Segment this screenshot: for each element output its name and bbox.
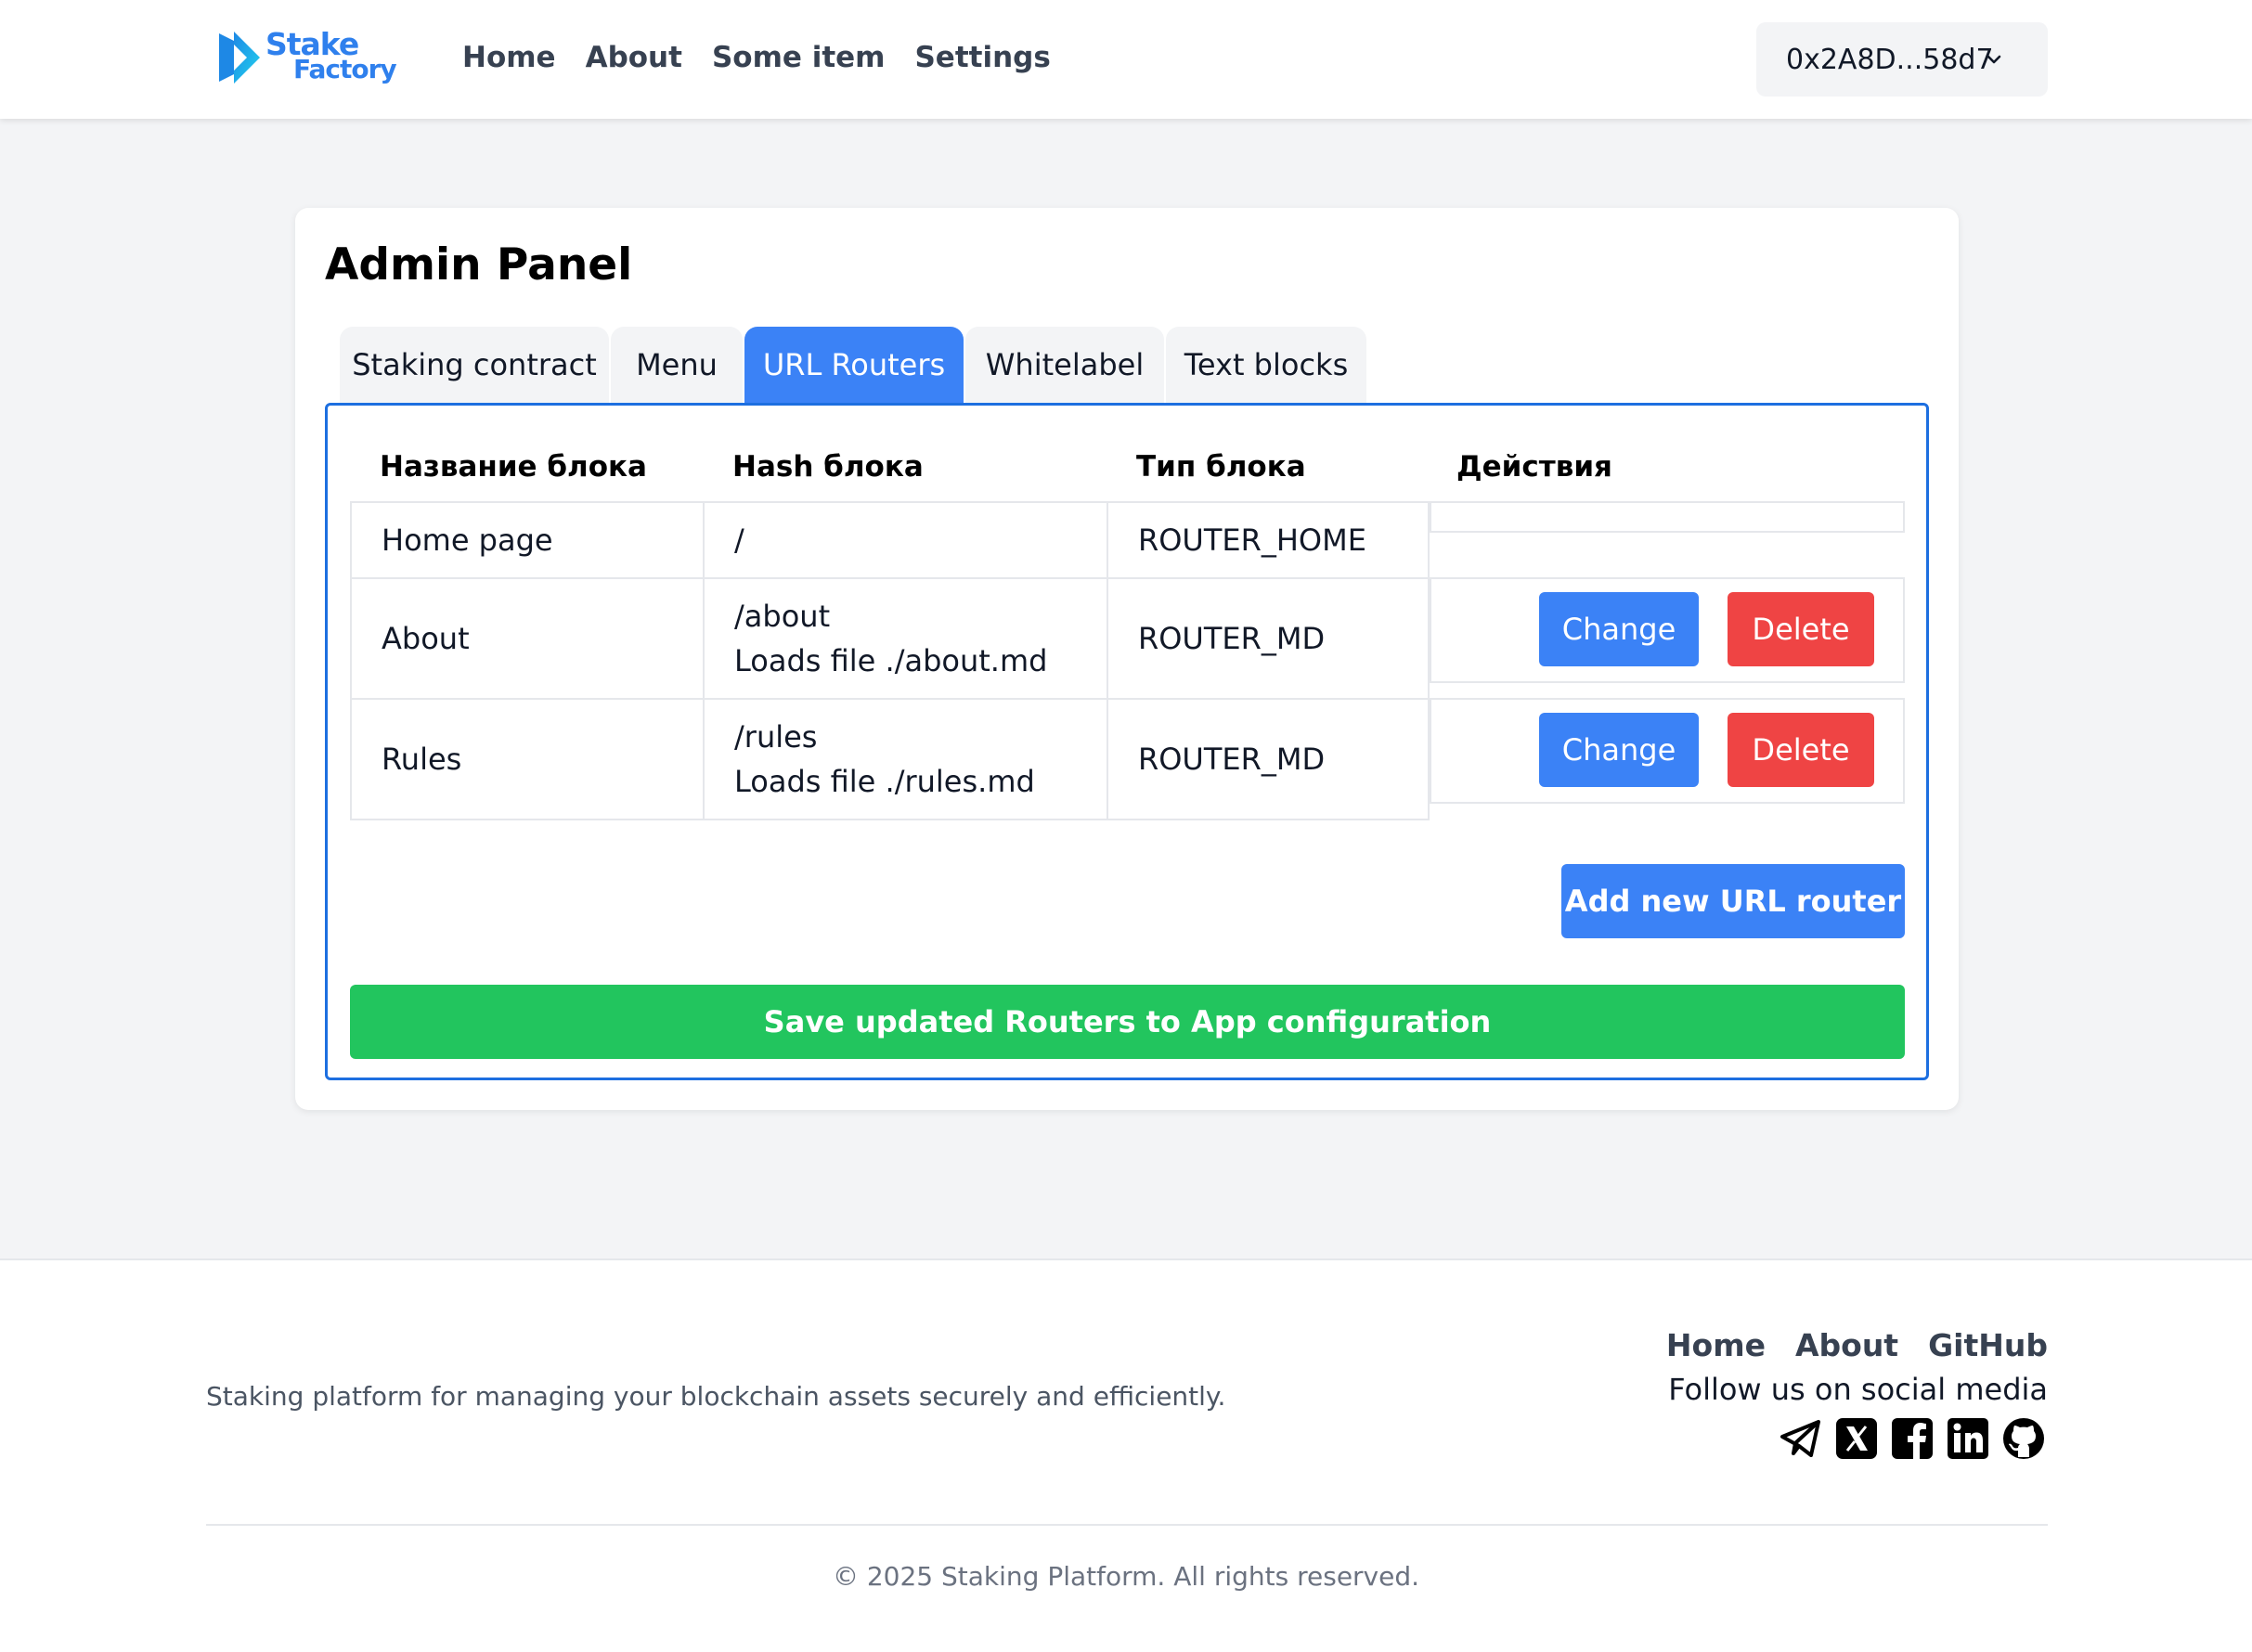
footer-link-about[interactable]: About [1795,1327,1898,1363]
tab-staking-contract[interactable]: Staking contract [340,327,609,403]
change-button[interactable]: Change [1539,713,1699,787]
column-header-type: Тип блока [1136,450,1306,484]
telegram-icon[interactable] [1779,1416,1823,1461]
router-name: Home page [382,523,553,558]
tab-text-blocks[interactable]: Text blocks [1166,327,1366,403]
delete-button[interactable]: Delete [1728,713,1874,787]
router-hash: /about [734,599,831,634]
copyright: © 2025 Staking Platform. All rights rese… [832,1561,1420,1592]
footer-link-github[interactable]: GitHub [1928,1327,2048,1363]
table-cell-name: About [350,577,705,700]
url-routers-panel: Название блока Hash блока Тип блока Дейс… [325,403,1929,1080]
social-icons [1779,1416,2046,1461]
top-navbar: Stake Factory Home About Some item Setti… [0,0,2252,119]
github-icon[interactable] [2001,1416,2046,1461]
nav-some-item[interactable]: Some item [712,41,886,74]
table-cell-type: ROUTER_MD [1107,577,1430,700]
logo-mark-icon [219,32,260,84]
router-name: About [382,621,470,656]
table-cell-name: Home page [350,501,705,579]
column-header-name: Название блока [380,450,647,484]
table-cell-hash: / [703,501,1108,579]
nav-about[interactable]: About [586,41,682,74]
footer-tagline: Staking platform for managing your block… [206,1381,1226,1412]
tab-url-routers[interactable]: URL Routers [744,327,964,403]
router-type: ROUTER_MD [1138,742,1326,777]
column-header-actions: Действия [1456,450,1612,484]
router-file-note: Loads file ./about.md [734,643,1048,678]
page-title: Admin Panel [325,239,633,290]
tab-whitelabel[interactable]: Whitelabel [965,327,1164,403]
table-cell-type: ROUTER_HOME [1107,501,1430,579]
x-icon[interactable] [1834,1416,1879,1461]
facebook-icon[interactable] [1890,1416,1935,1461]
table-cell-actions: Change Delete [1430,577,1905,683]
router-type: ROUTER_HOME [1138,523,1366,558]
table-cell-hash: /about Loads file ./about.md [703,577,1108,700]
footer-links: Home About GitHub [1666,1327,2048,1363]
wallet-address: 0x2A8D...58d7 [1786,43,1994,76]
chevron-down-icon [1987,55,2001,64]
router-file-note: Loads file ./rules.md [734,764,1035,799]
follow-text: Follow us on social media [1668,1372,2048,1407]
column-header-hash: Hash блока [732,450,924,484]
logo-text-line2: Factory [293,54,397,84]
table-cell-actions-empty [1430,501,1905,533]
router-type: ROUTER_MD [1138,621,1326,656]
linkedin-icon[interactable] [1946,1416,1990,1461]
table-cell-name: Rules [350,698,705,820]
delete-button[interactable]: Delete [1728,592,1874,666]
router-hash: / [734,523,744,558]
admin-panel-card: Admin Panel Staking contract Menu URL Ro… [295,208,1959,1110]
footer-link-home[interactable]: Home [1666,1327,1766,1363]
wallet-dropdown[interactable]: 0x2A8D...58d7 [1756,22,2048,97]
footer-divider [206,1524,2048,1526]
nav-home[interactable]: Home [462,41,556,74]
table-cell-actions: Change Delete [1430,698,1905,804]
save-routers-button[interactable]: Save updated Routers to App configuratio… [350,985,1905,1059]
router-name: Rules [382,742,462,777]
table-cell-hash: /rules Loads file ./rules.md [703,698,1108,820]
logo[interactable]: Stake Factory [214,26,399,89]
table-cell-type: ROUTER_MD [1107,698,1430,820]
router-hash: /rules [734,719,818,755]
main-nav: Home About Some item Settings [462,41,1051,74]
change-button[interactable]: Change [1539,592,1699,666]
tab-menu[interactable]: Menu [611,327,743,403]
add-url-router-button[interactable]: Add new URL router [1561,864,1905,938]
footer: Staking platform for managing your block… [0,1258,2252,1652]
nav-settings[interactable]: Settings [914,41,1050,74]
